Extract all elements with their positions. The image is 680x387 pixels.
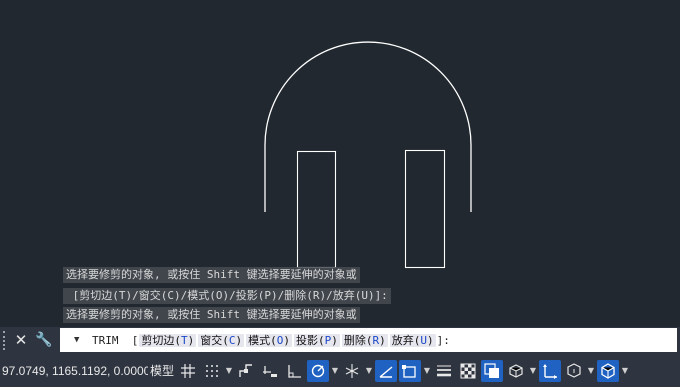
polar-tracking-icon[interactable] — [307, 359, 329, 382]
command-prompt: TRIM [剪切边(T) 窗交(C) 模式(O) 投影(P) 删除(R) 放弃(U)]: — [92, 334, 450, 347]
ortho-icon[interactable] — [283, 360, 305, 382]
command-option[interactable]: 窗交(C) — [198, 334, 245, 347]
command-option-key: P — [324, 334, 332, 347]
selection-cycling-icon[interactable] — [481, 359, 503, 382]
command-option[interactable]: 投影(P) — [294, 334, 340, 347]
command-option-label: 剪切边 — [141, 334, 175, 347]
lineweight-icon[interactable] — [433, 360, 455, 382]
close-icon[interactable]: ✕ — [13, 330, 29, 350]
rectangle-right[interactable] — [404, 149, 446, 269]
command-option[interactable]: 模式(O) — [246, 334, 292, 347]
gizmo-icon[interactable] — [597, 359, 619, 382]
model-space-button[interactable]: 模型 — [148, 362, 176, 379]
chevron-down-icon[interactable]: ▼ — [586, 366, 596, 375]
transparency-icon[interactable] — [457, 360, 479, 382]
drag-handle[interactable] — [3, 331, 11, 350]
chevron-down-icon[interactable]: ▼ — [620, 366, 630, 375]
command-option-label: 放弃 — [391, 334, 414, 347]
prompt-suffix: ]: — [436, 334, 450, 347]
recent-commands-icon[interactable]: ▼ — [74, 335, 90, 345]
command-option-label: 模式 — [248, 334, 271, 347]
isodraft-icon[interactable] — [341, 360, 363, 382]
command-option-key: T — [181, 334, 188, 347]
command-option[interactable]: 放弃(U) — [389, 334, 436, 347]
command-name: TRIM — [92, 334, 119, 347]
object-snap-tracking-icon[interactable] — [375, 359, 397, 382]
selection-filter-icon[interactable] — [563, 360, 585, 382]
command-history-line: 选择要修剪的对象, 或按住 Shift 键选择要延伸的对象或 — [63, 307, 360, 323]
command-option-label: 窗交 — [200, 334, 223, 347]
command-option[interactable]: 剪切边(T) — [139, 334, 197, 347]
command-input[interactable]: ▼ TRIM [剪切边(T) 窗交(C) 模式(O) 投影(P) 删除(R) 放弃(U)]… — [60, 328, 677, 352]
command-history-line: 选择要修剪的对象, 或按住 Shift 键选择要延伸的对象或 — [63, 267, 360, 283]
command-option-key: C — [228, 334, 236, 347]
command-option-label: 删除 — [343, 334, 366, 347]
grid-icon[interactable] — [177, 360, 199, 382]
command-option-key: U — [420, 334, 427, 347]
infer-constraints-icon[interactable] — [235, 360, 257, 382]
3d-object-snap-icon[interactable] — [505, 360, 527, 382]
command-option-label: 投影 — [296, 334, 318, 347]
chevron-down-icon[interactable]: ▼ — [224, 366, 234, 375]
wrench-icon[interactable]: 🔧 — [34, 330, 54, 350]
coordinates-readout[interactable]: 97.0749, 1165.1192, 0.0000 — [0, 364, 148, 378]
command-line-bar: ✕ 🔧 ▼ TRIM [剪切边(T) 窗交(C) 模式(O) 投影(P) 删除(R) 放弃… — [0, 327, 680, 354]
command-option-key: R — [372, 334, 380, 347]
dynamic-input-icon[interactable] — [259, 360, 281, 382]
chevron-down-icon[interactable]: ▼ — [364, 366, 374, 375]
chevron-down-icon[interactable]: ▼ — [330, 366, 340, 375]
command-options: 剪切边(T) 窗交(C) 模式(O) 投影(P) 删除(R) 放弃(U) — [138, 334, 436, 347]
command-option-key: O — [276, 334, 284, 347]
command-option[interactable]: 删除(R) — [341, 334, 388, 347]
status-bar: 97.0749, 1165.1192, 0.0000 模型 ▼ ▼ ▼ ▼ ▼ — [0, 354, 680, 387]
command-history-line: [剪切边(T)/窗交(C)/模式(O)/投影(P)/删除(R)/放弃(U)]: — [63, 288, 391, 304]
rectangle-left[interactable] — [296, 150, 337, 269]
object-snap-icon[interactable] — [399, 359, 421, 382]
dynamic-ucs-icon[interactable] — [539, 359, 561, 382]
chevron-down-icon[interactable]: ▼ — [528, 366, 538, 375]
snap-dots-icon[interactable] — [201, 360, 223, 382]
arch-line[interactable] — [264, 41, 472, 212]
chevron-down-icon[interactable]: ▼ — [422, 366, 432, 375]
